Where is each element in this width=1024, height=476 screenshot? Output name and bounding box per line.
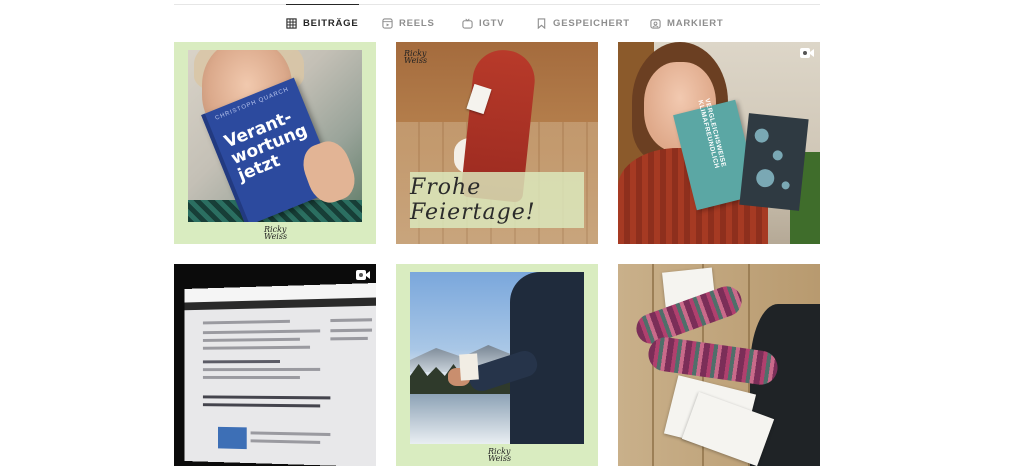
booklet-title: VERGLEICHSWEISE KLIMAFREUNDLICH	[696, 97, 728, 170]
tagged-icon	[650, 18, 661, 29]
post-tile-book[interactable]: CHRISTOPH QUARCH Verant- wortung jetzt R…	[174, 42, 376, 244]
post-tile-mountain[interactable]: Ricky Weiss	[396, 264, 598, 466]
tab-gespeichert[interactable]: GESPEICHERT	[536, 5, 630, 41]
book-title: Verant- wortung jetzt	[221, 107, 311, 186]
webpage-screenshot	[184, 282, 376, 466]
signature-logo: Ricky Weiss	[404, 49, 428, 65]
igtv-icon	[462, 18, 473, 29]
tab-reels[interactable]: REELS	[382, 5, 435, 41]
held-card	[459, 353, 479, 381]
overlay-banner: Frohe Feiertage!	[410, 172, 584, 228]
post-tile-holiday[interactable]: Ricky Weiss Frohe Feiertage!	[396, 42, 598, 244]
post-photo	[410, 272, 584, 444]
post-tile-socks[interactable]	[618, 264, 820, 466]
tab-igtv[interactable]: IGTV	[462, 5, 504, 41]
post-tile-screen[interactable]	[174, 264, 376, 466]
video-icon	[356, 270, 370, 280]
tab-beitraege[interactable]: BEITRÄGE	[286, 4, 359, 41]
profile-tabs: BEITRÄGE REELS IGTV GESPEICHERT MARKIERT	[174, 4, 820, 41]
overlay-text: Frohe Feiertage!	[410, 175, 536, 225]
tab-gespeichert-label: GESPEICHERT	[553, 17, 630, 29]
tab-reels-label: REELS	[399, 17, 435, 29]
signature-logo: Ricky Weiss	[264, 225, 288, 241]
bookmark-icon	[537, 17, 546, 29]
tab-markiert[interactable]: MARKIERT	[650, 5, 724, 41]
tab-beitraege-label: BEITRÄGE	[303, 17, 359, 29]
post-photo: CHRISTOPH QUARCH Verant- wortung jetzt	[188, 50, 362, 222]
reels-icon	[382, 17, 393, 29]
tab-igtv-label: IGTV	[479, 17, 505, 29]
video-icon	[800, 48, 814, 58]
post-tile-booklet[interactable]: VERGLEICHSWEISE KLIMAFREUNDLICH	[618, 42, 820, 244]
signature-logo: Ricky Weiss	[488, 447, 512, 463]
tab-markiert-label: MARKIERT	[667, 17, 724, 29]
grid-icon	[286, 17, 297, 29]
